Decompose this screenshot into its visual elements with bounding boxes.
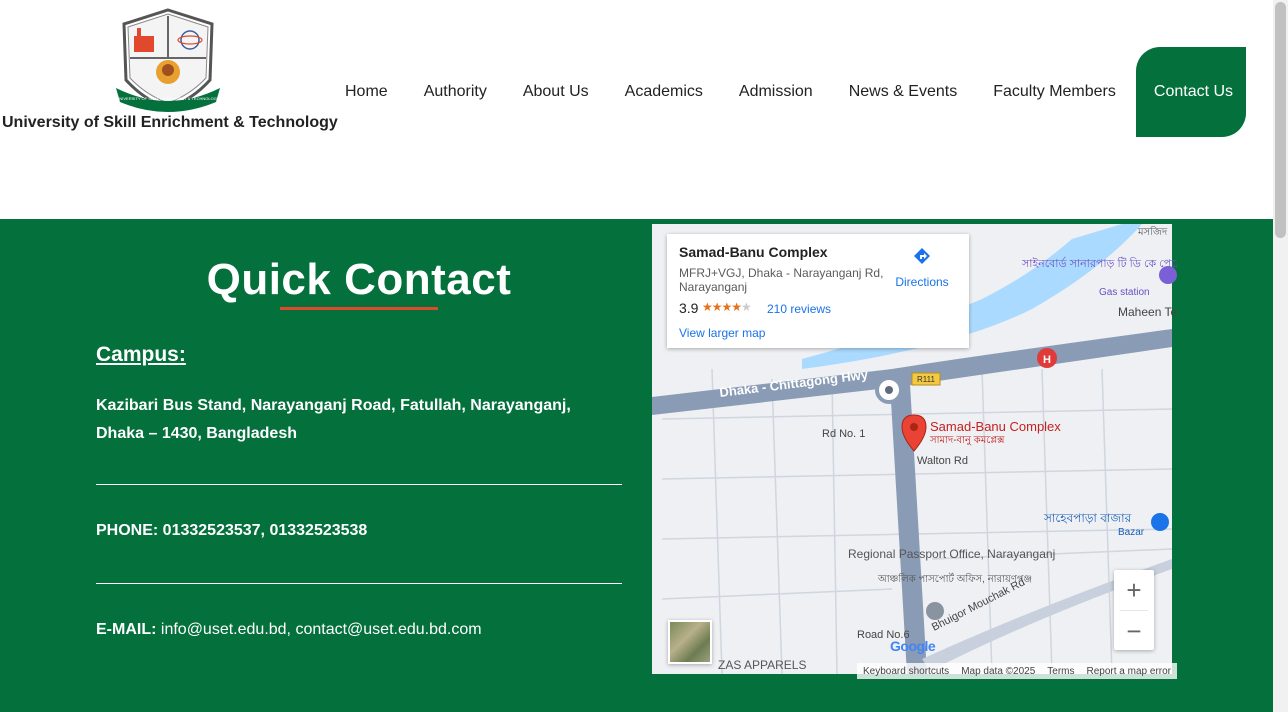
site-header: UNIVERSITY OF SKILL ENRICHMENT & TECHNOL… — [0, 0, 1273, 219]
passport-office-label: Regional Passport Office, Narayanganj — [848, 547, 1055, 561]
nav-news-events[interactable]: News & Events — [831, 47, 975, 137]
rd-no1-label: Rd No. 1 — [822, 428, 865, 440]
google-map-embed[interactable]: H R111 Dhaka - Chittagong Hwy Rd No. 1 W… — [652, 219, 1177, 679]
divider — [96, 583, 622, 584]
email-label: E-MAIL: — [96, 621, 157, 638]
place-address: MFRJ+VGJ, Dhaka - Narayanganj Rd, Naraya… — [679, 266, 884, 294]
masjid-label: মসজিদ — [1137, 226, 1168, 238]
nav-faculty-members[interactable]: Faculty Members — [975, 47, 1134, 137]
terms-link[interactable]: Terms — [1041, 666, 1080, 677]
quick-contact-title: Quick Contact — [206, 255, 512, 304]
google-logo: Google — [890, 638, 936, 654]
place-info-card: Samad-Banu Complex MFRJ+VGJ, Dhaka - Nar… — [667, 234, 969, 348]
report-error-link[interactable]: Report a map error — [1081, 666, 1177, 677]
bazar-bn-label: সাহেবপাড়া বাজার — [1043, 511, 1132, 525]
place-name: Samad-Banu Complex — [679, 244, 828, 260]
nav-admission[interactable]: Admission — [721, 47, 831, 137]
zas-label: ZAS APPARELS — [718, 658, 806, 672]
gas-station-bn-label: সাইনবোর্ড সানারপাড় টি ডি কে পেট্রোল পাম… — [1021, 257, 1177, 270]
campus-address: Kazibari Bus Stand, Narayanganj Road, Fa… — [96, 397, 571, 442]
svg-text:H: H — [1043, 354, 1051, 366]
directions-icon — [914, 248, 930, 264]
nav-home[interactable]: Home — [327, 47, 406, 137]
zoom-in-button[interactable]: + — [1114, 570, 1154, 610]
title-underline — [280, 307, 438, 310]
phone-numbers: PHONE: 01332523537, 01332523538 — [96, 522, 368, 539]
logo-ribbon-text: UNIVERSITY OF SKILL ENRICHMENT & TECHNOL… — [117, 96, 220, 101]
email-value[interactable]: info@uset.edu.bd, contact@uset.edu.bd.co… — [161, 621, 482, 638]
email-line: E-MAIL: info@uset.edu.bd, contact@uset.e… — [96, 621, 482, 639]
marker-bn-label: সামাদ-বানু কমপ্লেক্স — [929, 435, 1005, 446]
nav-contact-us[interactable]: Contact Us — [1135, 47, 1246, 137]
directions-label: Directions — [895, 275, 949, 289]
campus-label: Campus: — [96, 343, 186, 366]
map-data-text: Map data ©2025 — [961, 665, 1036, 677]
reviews-link[interactable]: 210 reviews — [767, 302, 831, 316]
scrollbar-thumb[interactable] — [1275, 2, 1286, 238]
zoom-controls: + − — [1114, 570, 1154, 650]
view-larger-map-link[interactable]: View larger map — [679, 326, 765, 340]
satellite-toggle[interactable] — [668, 620, 712, 664]
university-logo[interactable]: UNIVERSITY OF SKILL ENRICHMENT & TECHNOL… — [112, 8, 224, 112]
zoom-out-button[interactable]: − — [1114, 611, 1154, 651]
walton-label: Walton Rd — [917, 455, 968, 467]
divider — [96, 484, 622, 485]
bazar-label: Bazar — [1118, 527, 1145, 538]
nav-authority[interactable]: Authority — [406, 47, 505, 137]
route-badge-label: R111 — [917, 375, 935, 384]
nav-academics[interactable]: Academics — [607, 47, 721, 137]
map-footer: Keyboard shortcuts Map data ©2025 Terms … — [857, 663, 1177, 679]
main-nav: Home Authority About Us Academics Admiss… — [327, 47, 1246, 137]
marker-label: Samad-Banu Complex — [930, 419, 1061, 434]
university-name: University of Skill Enrichment & Technol… — [2, 114, 338, 131]
maheen-label: Maheen Tex Li — [1118, 305, 1177, 319]
keyboard-shortcuts-link[interactable]: Keyboard shortcuts — [857, 666, 955, 677]
page-scrollbar[interactable] — [1273, 0, 1288, 712]
rating-stars-icon: ★★★★★ — [702, 300, 752, 314]
place-rating: 3.9 — [679, 300, 699, 316]
nav-about-us[interactable]: About Us — [505, 47, 607, 137]
directions-button[interactable]: Directions — [892, 246, 952, 289]
gas-station-label: Gas station — [1099, 287, 1150, 298]
